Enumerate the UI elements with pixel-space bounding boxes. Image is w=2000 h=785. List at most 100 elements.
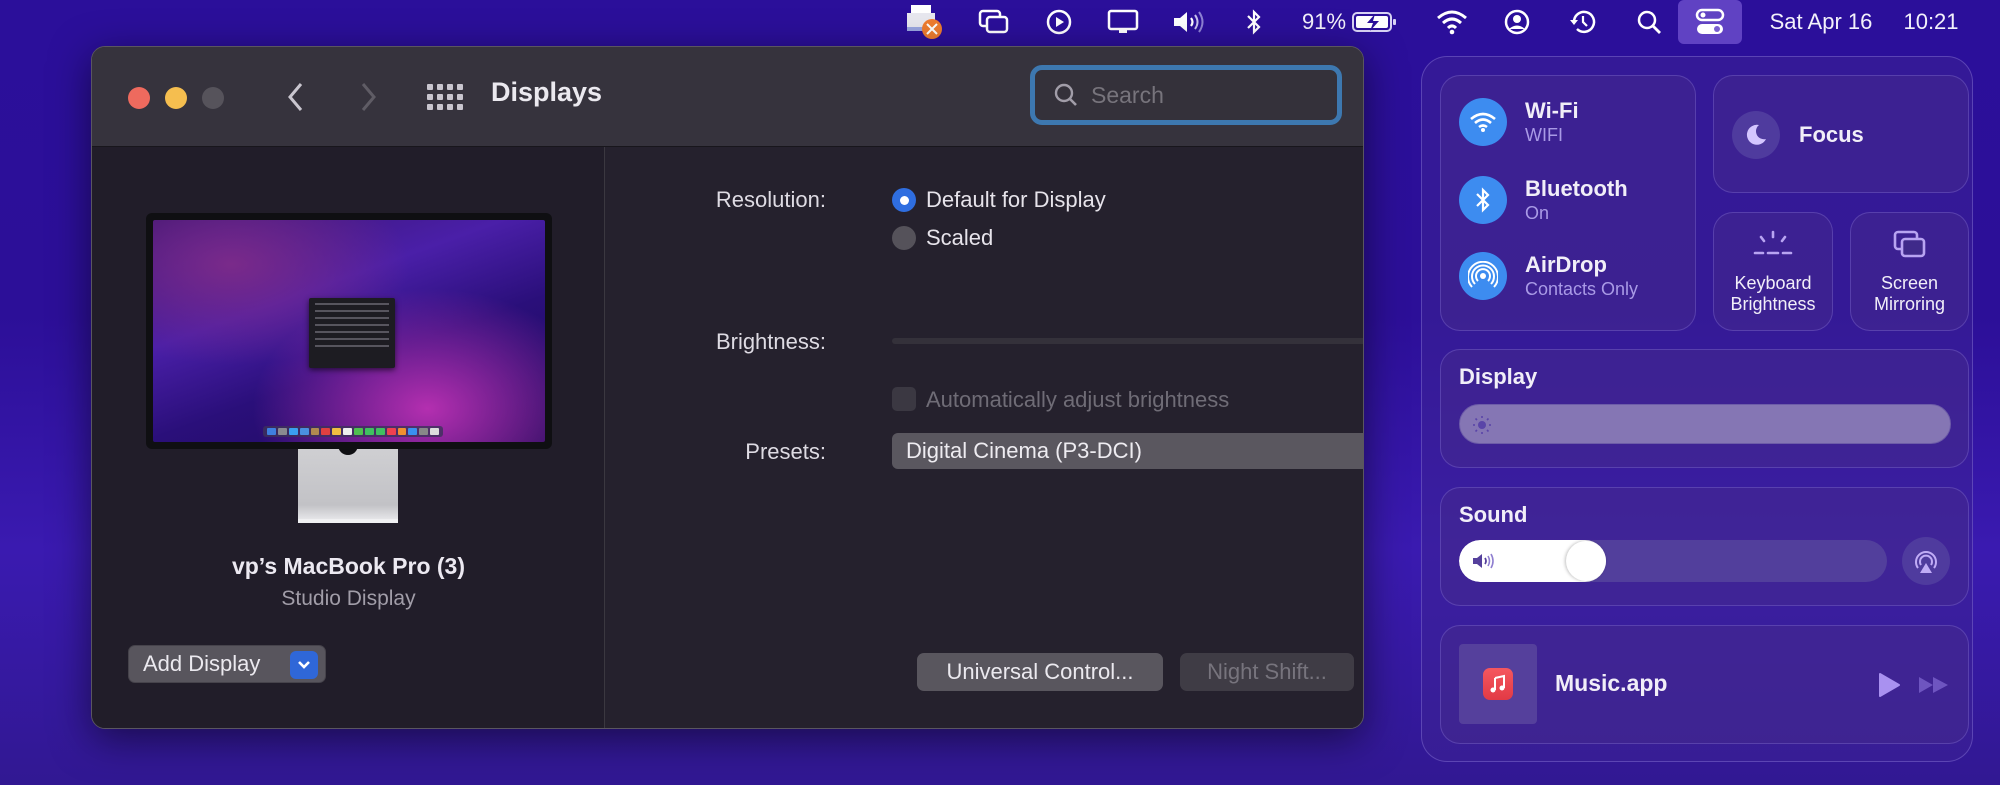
resolution-label: Resolution: [715, 187, 826, 212]
battery-charging-icon[interactable] [1350, 6, 1400, 38]
airplay-audio-button[interactable] [1902, 537, 1950, 585]
auto-brightness-label: Automatically adjust brightness [926, 387, 1230, 412]
bluetooth-icon [1459, 176, 1507, 224]
bluetooth-status: On [1525, 203, 1550, 223]
wifi-title: Wi-Fi [1525, 98, 1579, 123]
back-button[interactable] [276, 77, 316, 117]
device-model: Studio Display [281, 587, 416, 610]
add-display-button[interactable]: Add Display [128, 645, 326, 683]
printer-error-icon[interactable] [904, 5, 944, 39]
chevron-down-icon [290, 651, 318, 679]
presets-label: Presets: [745, 439, 826, 464]
show-all-button[interactable] [425, 77, 465, 117]
control-center-panel: Wi-Fi WIFI Bluetooth On AirDrop Contacts… [1421, 56, 1973, 762]
focus-label: Focus [1799, 122, 1864, 147]
user-icon[interactable] [1502, 6, 1532, 38]
chevron-right-icon [361, 83, 376, 111]
display-screen-preview [153, 220, 545, 442]
album-art [1459, 644, 1537, 724]
display-brightness-slider[interactable] [1459, 404, 1951, 444]
device-name: vp’s MacBook Pro (3) [231, 553, 466, 579]
control-center-icon[interactable] [1678, 0, 1742, 44]
window-title: Displays [491, 77, 603, 107]
menubar-date[interactable]: Sat Apr 16 [1756, 6, 1886, 38]
airdrop-title: AirDrop [1525, 252, 1607, 277]
keyboard-brightness-label: Keyboard Brightness [1714, 273, 1832, 315]
bluetooth-icon[interactable] [1244, 6, 1264, 38]
fast-forward-icon [1919, 677, 1948, 693]
resolution-scaled-label[interactable]: Scaled [926, 225, 993, 251]
sound-section-title: Sound [1459, 502, 1528, 527]
now-playing-app: Music.app [1555, 670, 1668, 696]
display-stand [298, 449, 398, 523]
time-machine-icon[interactable] [1568, 6, 1598, 38]
search-icon [1054, 83, 1077, 106]
close-button[interactable] [128, 87, 150, 109]
title-bar: Displays [92, 47, 1363, 147]
display-settings: Resolution: Default for Display Scaled B… [606, 147, 1363, 728]
grid-icon [427, 84, 463, 110]
display-thumbnail[interactable] [146, 213, 552, 449]
displays-window: Displays vp’s MacBook Pro (3) Studio Dis… [91, 46, 1364, 729]
zoom-button [202, 87, 224, 109]
now-playing-icon[interactable] [1044, 6, 1074, 38]
night-shift-button: Night Shift... [1180, 653, 1354, 691]
preview-dock [263, 426, 443, 437]
resolution-default-radio[interactable] [892, 188, 916, 212]
airdrop-toggle[interactable]: AirDrop Contacts Only [1459, 250, 1638, 302]
menubar-time[interactable]: 10:21 [1896, 6, 1966, 38]
chevron-left-icon [288, 83, 303, 111]
auto-brightness-checkbox [892, 387, 916, 411]
sun-icon [1473, 416, 1491, 434]
display-section-title: Display [1459, 364, 1538, 389]
presets-value: Digital Cinema (P3-DCI) [906, 438, 1142, 463]
display-tile: Display [1440, 349, 1969, 468]
battery-percent: 91% [1301, 9, 1347, 34]
volume-slider[interactable] [1459, 540, 1887, 582]
bluetooth-toggle[interactable]: Bluetooth On [1459, 174, 1628, 226]
add-display-label: Add Display [143, 651, 261, 676]
forward-button [348, 77, 388, 117]
wifi-icon [1459, 98, 1507, 146]
universal-control-button[interactable]: Universal Control... [917, 653, 1163, 691]
speaker-icon [1473, 553, 1494, 569]
connectivity-tile: Wi-Fi WIFI Bluetooth On AirDrop Contacts… [1440, 75, 1696, 331]
sound-tile: Sound [1440, 487, 1969, 606]
keyboard-brightness-line2: Brightness [1730, 294, 1816, 314]
screen-mirroring-icon [1851, 229, 1968, 261]
volume-icon[interactable] [1170, 6, 1210, 38]
spotlight-search-icon[interactable] [1634, 6, 1664, 38]
minimize-button[interactable] [165, 87, 187, 109]
presets-dropdown[interactable]: Digital Cinema (P3-DCI) [892, 433, 1363, 469]
wifi-network-name: WIFI [1525, 125, 1563, 145]
screen-mirroring-icon[interactable] [976, 6, 1012, 38]
menu-bar: 91% Sat Apr 16 10:21 [0, 0, 2000, 44]
screen-mirroring-line2: Mirroring [1873, 294, 1945, 314]
wifi-icon[interactable] [1434, 6, 1470, 38]
volume-slider-knob[interactable] [1566, 541, 1606, 581]
music-app-icon [1483, 668, 1513, 700]
search-input[interactable] [1091, 81, 1331, 109]
focus-tile[interactable]: Focus [1713, 75, 1969, 193]
preview-window [309, 298, 395, 368]
search-field[interactable] [1030, 65, 1342, 125]
screen-mirroring-label: Screen Mirroring [1851, 273, 1968, 315]
resolution-default-label[interactable]: Default for Display [926, 187, 1106, 213]
now-playing-tile[interactable]: Music.app [1440, 625, 1969, 744]
screen-mirroring-tile[interactable]: Screen Mirroring [1850, 212, 1969, 331]
airdrop-icon [1459, 252, 1507, 300]
screen-mirroring-line1: Screen [1880, 273, 1939, 293]
play-icon[interactable] [1877, 672, 1901, 698]
keyboard-brightness-line1: Keyboard [1734, 273, 1812, 293]
brightness-label: Brightness: [715, 329, 826, 354]
bluetooth-title: Bluetooth [1525, 176, 1628, 201]
resolution-scaled-radio[interactable] [892, 226, 916, 250]
moon-icon [1732, 111, 1780, 159]
wifi-toggle[interactable]: Wi-Fi WIFI [1459, 96, 1579, 148]
airdrop-status: Contacts Only [1525, 279, 1639, 299]
keyboard-brightness-tile[interactable]: Keyboard Brightness [1713, 212, 1833, 331]
airplay-audio-icon [1915, 551, 1937, 573]
display-icon[interactable] [1106, 6, 1140, 38]
brightness-slider[interactable] [892, 338, 1363, 344]
display-sidebar: vp’s MacBook Pro (3) Studio Display Add … [92, 147, 605, 728]
